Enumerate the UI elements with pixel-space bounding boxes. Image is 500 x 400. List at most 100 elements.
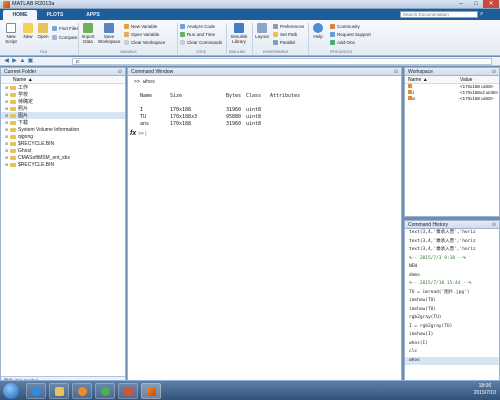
find-files-button[interactable]: Find Files [52, 26, 79, 32]
history-entry[interactable]: demo [405, 272, 499, 281]
command-window-panel[interactable]: Command Window ⊙ >> whos Name Size Bytes… [127, 67, 402, 385]
add-ons-button[interactable]: Add-Ons [330, 40, 355, 46]
whos-cell: 95880 [226, 114, 242, 120]
preferences-button[interactable]: Preferences [273, 24, 304, 30]
folder-list-item[interactable]: ⊞ Ghost [1, 147, 125, 154]
maximize-button[interactable]: □ [469, 0, 483, 8]
whos-cell: TU [140, 114, 147, 120]
clear-commands-button[interactable]: Clear Commands [180, 40, 222, 46]
section-environment-label: ENVIRONMENT [263, 50, 289, 54]
folder-list-item[interactable]: ⊞ $RECYCLE.BIN [1, 161, 125, 168]
history-entry[interactable]: clc [405, 348, 499, 357]
folder-list-item[interactable]: ⊞ qigong [1, 133, 125, 140]
tab-home[interactable]: HOME [3, 10, 37, 20]
folder-list-item[interactable]: ⊞ 图片 [1, 112, 125, 119]
new-script-button[interactable]: New Script [2, 23, 20, 44]
new-variable-button[interactable]: New Variable [124, 24, 157, 30]
folder-list-item[interactable]: ⊞ 照片 [1, 105, 125, 112]
layout-button[interactable]: Layout [254, 23, 270, 39]
history-entry[interactable]: imshow(TU) [405, 306, 499, 315]
history-session-marker[interactable]: %-- 2015/7/10 15:44 --% [405, 280, 499, 289]
panel-menu-icon[interactable]: ⊙ [492, 68, 496, 76]
folder-list-item[interactable]: ⊞ System Volume Information [1, 126, 125, 133]
help-button[interactable]: Help [311, 23, 325, 39]
forward-arrow-icon[interactable]: ▶ [11, 58, 18, 65]
taskbar-app-player[interactable] [72, 383, 92, 399]
chrome-icon [101, 387, 110, 396]
panel-menu-icon[interactable]: ⊙ [118, 68, 122, 76]
workspace-name-header[interactable]: Name ▲ [408, 76, 428, 84]
panel-menu-icon[interactable]: ⊙ [394, 68, 398, 76]
folder-list: ⊞ 工作 ⊞ 学校 ⊞ 待确定 ⊞ 照片 ⊞ 图片 ⊞ 下载 ⊞ System Volume Inform… [1, 84, 125, 168]
set-path-button[interactable]: Set Path [273, 32, 297, 38]
import-data-button[interactable]: Import Data [80, 23, 96, 44]
parallel-button[interactable]: Parallel [273, 40, 295, 46]
current-path-field[interactable]: E: [72, 58, 492, 65]
history-entry[interactable]: text(3,4,'乘承入营','horiz [405, 246, 499, 255]
command-prompt[interactable]: >> | [138, 131, 147, 137]
folder-list-item[interactable]: ⊞ 工作 [1, 84, 125, 91]
parallel-icon [273, 40, 278, 46]
current-folder-title: Current Folder [4, 69, 37, 75]
taskbar-app-explorer[interactable] [49, 383, 69, 399]
search-icon[interactable]: ⌕ [480, 11, 487, 18]
function-browser-icon[interactable]: fx [130, 130, 136, 137]
close-button[interactable]: ✕ [483, 0, 499, 8]
name-column-header[interactable]: Name ▲ [1, 76, 125, 84]
history-entry[interactable]: TU = imread('图片.jpg') [405, 289, 499, 298]
browse-folder-icon[interactable]: ▣ [27, 58, 34, 65]
clear-workspace-icon [124, 40, 129, 46]
workspace-panel: Workspace ⊙ Name ▲ Value I<170x188 uint8… [404, 67, 500, 217]
compare-button[interactable]: Compare [52, 35, 78, 41]
community-button[interactable]: Community [330, 24, 360, 30]
clear-workspace-button[interactable]: Clear Workspace [124, 40, 165, 46]
taskbar-app-matlab[interactable] [141, 383, 161, 399]
history-entry[interactable]: text(3,4,'乘承入营','horiz [405, 229, 499, 238]
back-arrow-icon[interactable]: ◀ [3, 58, 10, 65]
folder-list-item[interactable]: ⊞ 待确定 [1, 98, 125, 105]
open-variable-button[interactable]: Open Variable [124, 32, 159, 38]
new-button[interactable]: New [21, 23, 35, 39]
folder-list-item[interactable]: ⊞ 下载 [1, 119, 125, 126]
history-entry[interactable]: whos [405, 356, 499, 365]
taskbar-app-photos[interactable] [118, 383, 138, 399]
section-divider [226, 23, 227, 54]
media-player-icon [78, 387, 87, 396]
simulink-library-button[interactable]: Simulink Library [229, 23, 249, 44]
variable-name-cell: ans [408, 96, 415, 102]
run-and-time-button[interactable]: Run and Time [180, 32, 215, 38]
folder-list-item[interactable]: ⊞ CMASoftMSM_ent_sbx [1, 154, 125, 161]
taskbar-app-chrome[interactable] [95, 383, 115, 399]
command-window-body[interactable]: >> whos Name Size Bytes Class Attributes… [128, 76, 401, 131]
search-documentation-input[interactable]: Search Documentation [400, 11, 478, 18]
tray-clock[interactable]: 18:06 2015/7/10 [474, 383, 496, 397]
history-entry[interactable]: whos(I) [405, 340, 499, 349]
whos-cell: ans [140, 121, 150, 127]
workspace-variable-row[interactable]: ans <170x188 uint8> [405, 96, 499, 102]
tab-plots[interactable]: PLOTS [38, 10, 72, 20]
open-button[interactable]: Open [36, 23, 50, 39]
panel-menu-icon[interactable]: ⊙ [492, 221, 496, 229]
history-entry[interactable]: NEW [405, 263, 499, 272]
history-entry[interactable]: imshow(I) [405, 331, 499, 340]
history-session-marker[interactable]: %-- 2015/7/3 9:38 --% [405, 255, 499, 264]
folder-icon [10, 162, 16, 167]
folder-list-item[interactable]: ⊞ $RECYCLE.BIN [1, 140, 125, 147]
save-workspace-button[interactable]: Save Workspace [98, 23, 120, 44]
history-entry[interactable]: rgb2gray(TU) [405, 314, 499, 323]
whos-cell: 170x188x3 [170, 114, 198, 120]
up-folder-icon[interactable]: ▲ [19, 58, 26, 65]
minimize-button[interactable]: – [454, 0, 468, 8]
start-button[interactable] [3, 383, 19, 399]
analyze-code-button[interactable]: Analyze Code [180, 24, 215, 30]
taskbar-app-ie[interactable] [26, 383, 46, 399]
section-divider [308, 23, 309, 54]
workspace-value-header[interactable]: Value [460, 76, 472, 84]
history-entry[interactable]: I = rgb2gray(TU) [405, 323, 499, 332]
folder-list-item[interactable]: ⊞ 学校 [1, 91, 125, 98]
request-support-button[interactable]: Request Support [330, 32, 371, 38]
history-entry[interactable]: imshow(TU) [405, 297, 499, 306]
history-entry[interactable]: text(3,4,'乘承入营','horiz [405, 238, 499, 247]
tab-apps[interactable]: APPS [76, 10, 110, 20]
section-simulink-label: SIMULINK [229, 50, 246, 54]
